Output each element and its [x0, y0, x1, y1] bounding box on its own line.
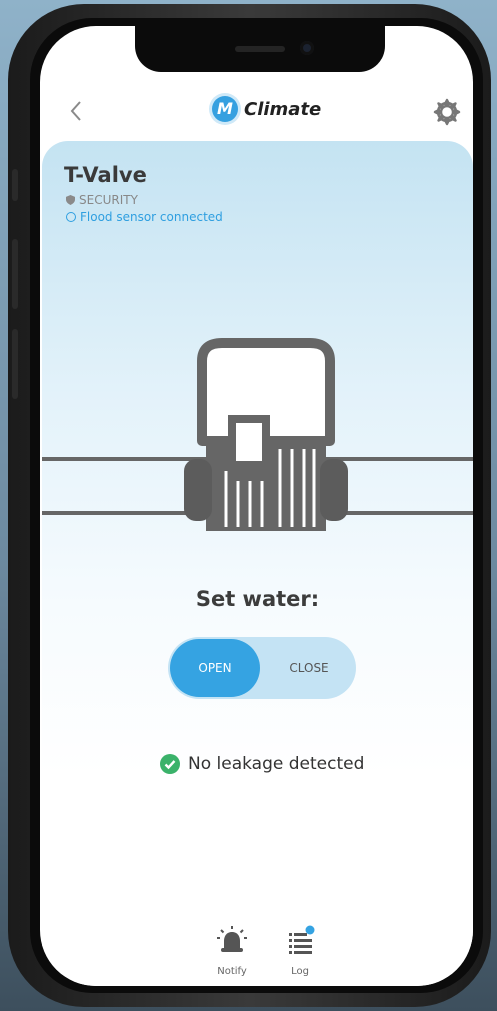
nav-item-log[interactable]: Log: [270, 924, 330, 977]
mute-switch: [12, 169, 18, 201]
device-title: T-Valve: [64, 163, 147, 187]
shield-icon: [66, 195, 75, 205]
nav-item-notify[interactable]: Notify: [202, 924, 262, 977]
sensor-status-label: Flood sensor connected: [80, 210, 223, 224]
water-toggle: OPEN CLOSE: [168, 637, 356, 699]
set-water-heading: Set water:: [195, 587, 320, 611]
leak-status: No leakage detected: [160, 754, 364, 774]
app-title: Climate: [244, 98, 322, 120]
leak-status-label: No leakage detected: [188, 754, 365, 774]
front-camera: [300, 41, 314, 55]
close-button[interactable]: CLOSE: [266, 639, 352, 697]
logo-badge: M: [212, 96, 238, 122]
sensor-status: Flood sensor connected: [66, 210, 223, 224]
device-category: SECURITY: [66, 193, 138, 207]
check-circle-icon: [160, 754, 180, 774]
device-card: T-Valve SECURITY Flood sensor connected: [42, 141, 473, 986]
app-header: M Climate: [40, 86, 473, 136]
notch: [135, 26, 385, 72]
connected-icon: [66, 212, 76, 222]
device-category-label: SECURITY: [79, 193, 138, 207]
open-button[interactable]: OPEN: [170, 639, 260, 697]
nav-label-notify: Notify: [217, 966, 247, 977]
phone-frame: M Climate T-Valve SECURITY Flood sensor …: [8, 4, 491, 1007]
gear-icon[interactable]: [433, 98, 461, 126]
nav-label-log: Log: [291, 966, 309, 977]
chevron-left-icon[interactable]: [62, 96, 92, 126]
valve-illustration: [42, 338, 473, 531]
volume-up-button: [12, 239, 18, 309]
list-icon: [289, 925, 315, 954]
app-logo: M Climate: [212, 96, 321, 122]
alarm-icon: [217, 926, 247, 952]
background: M Climate T-Valve SECURITY Flood sensor …: [0, 0, 497, 1011]
app-screen: M Climate T-Valve SECURITY Flood sensor …: [40, 26, 473, 986]
volume-down-button: [12, 329, 18, 399]
speaker: [235, 46, 285, 52]
bottom-nav: Notify Log: [42, 924, 473, 986]
